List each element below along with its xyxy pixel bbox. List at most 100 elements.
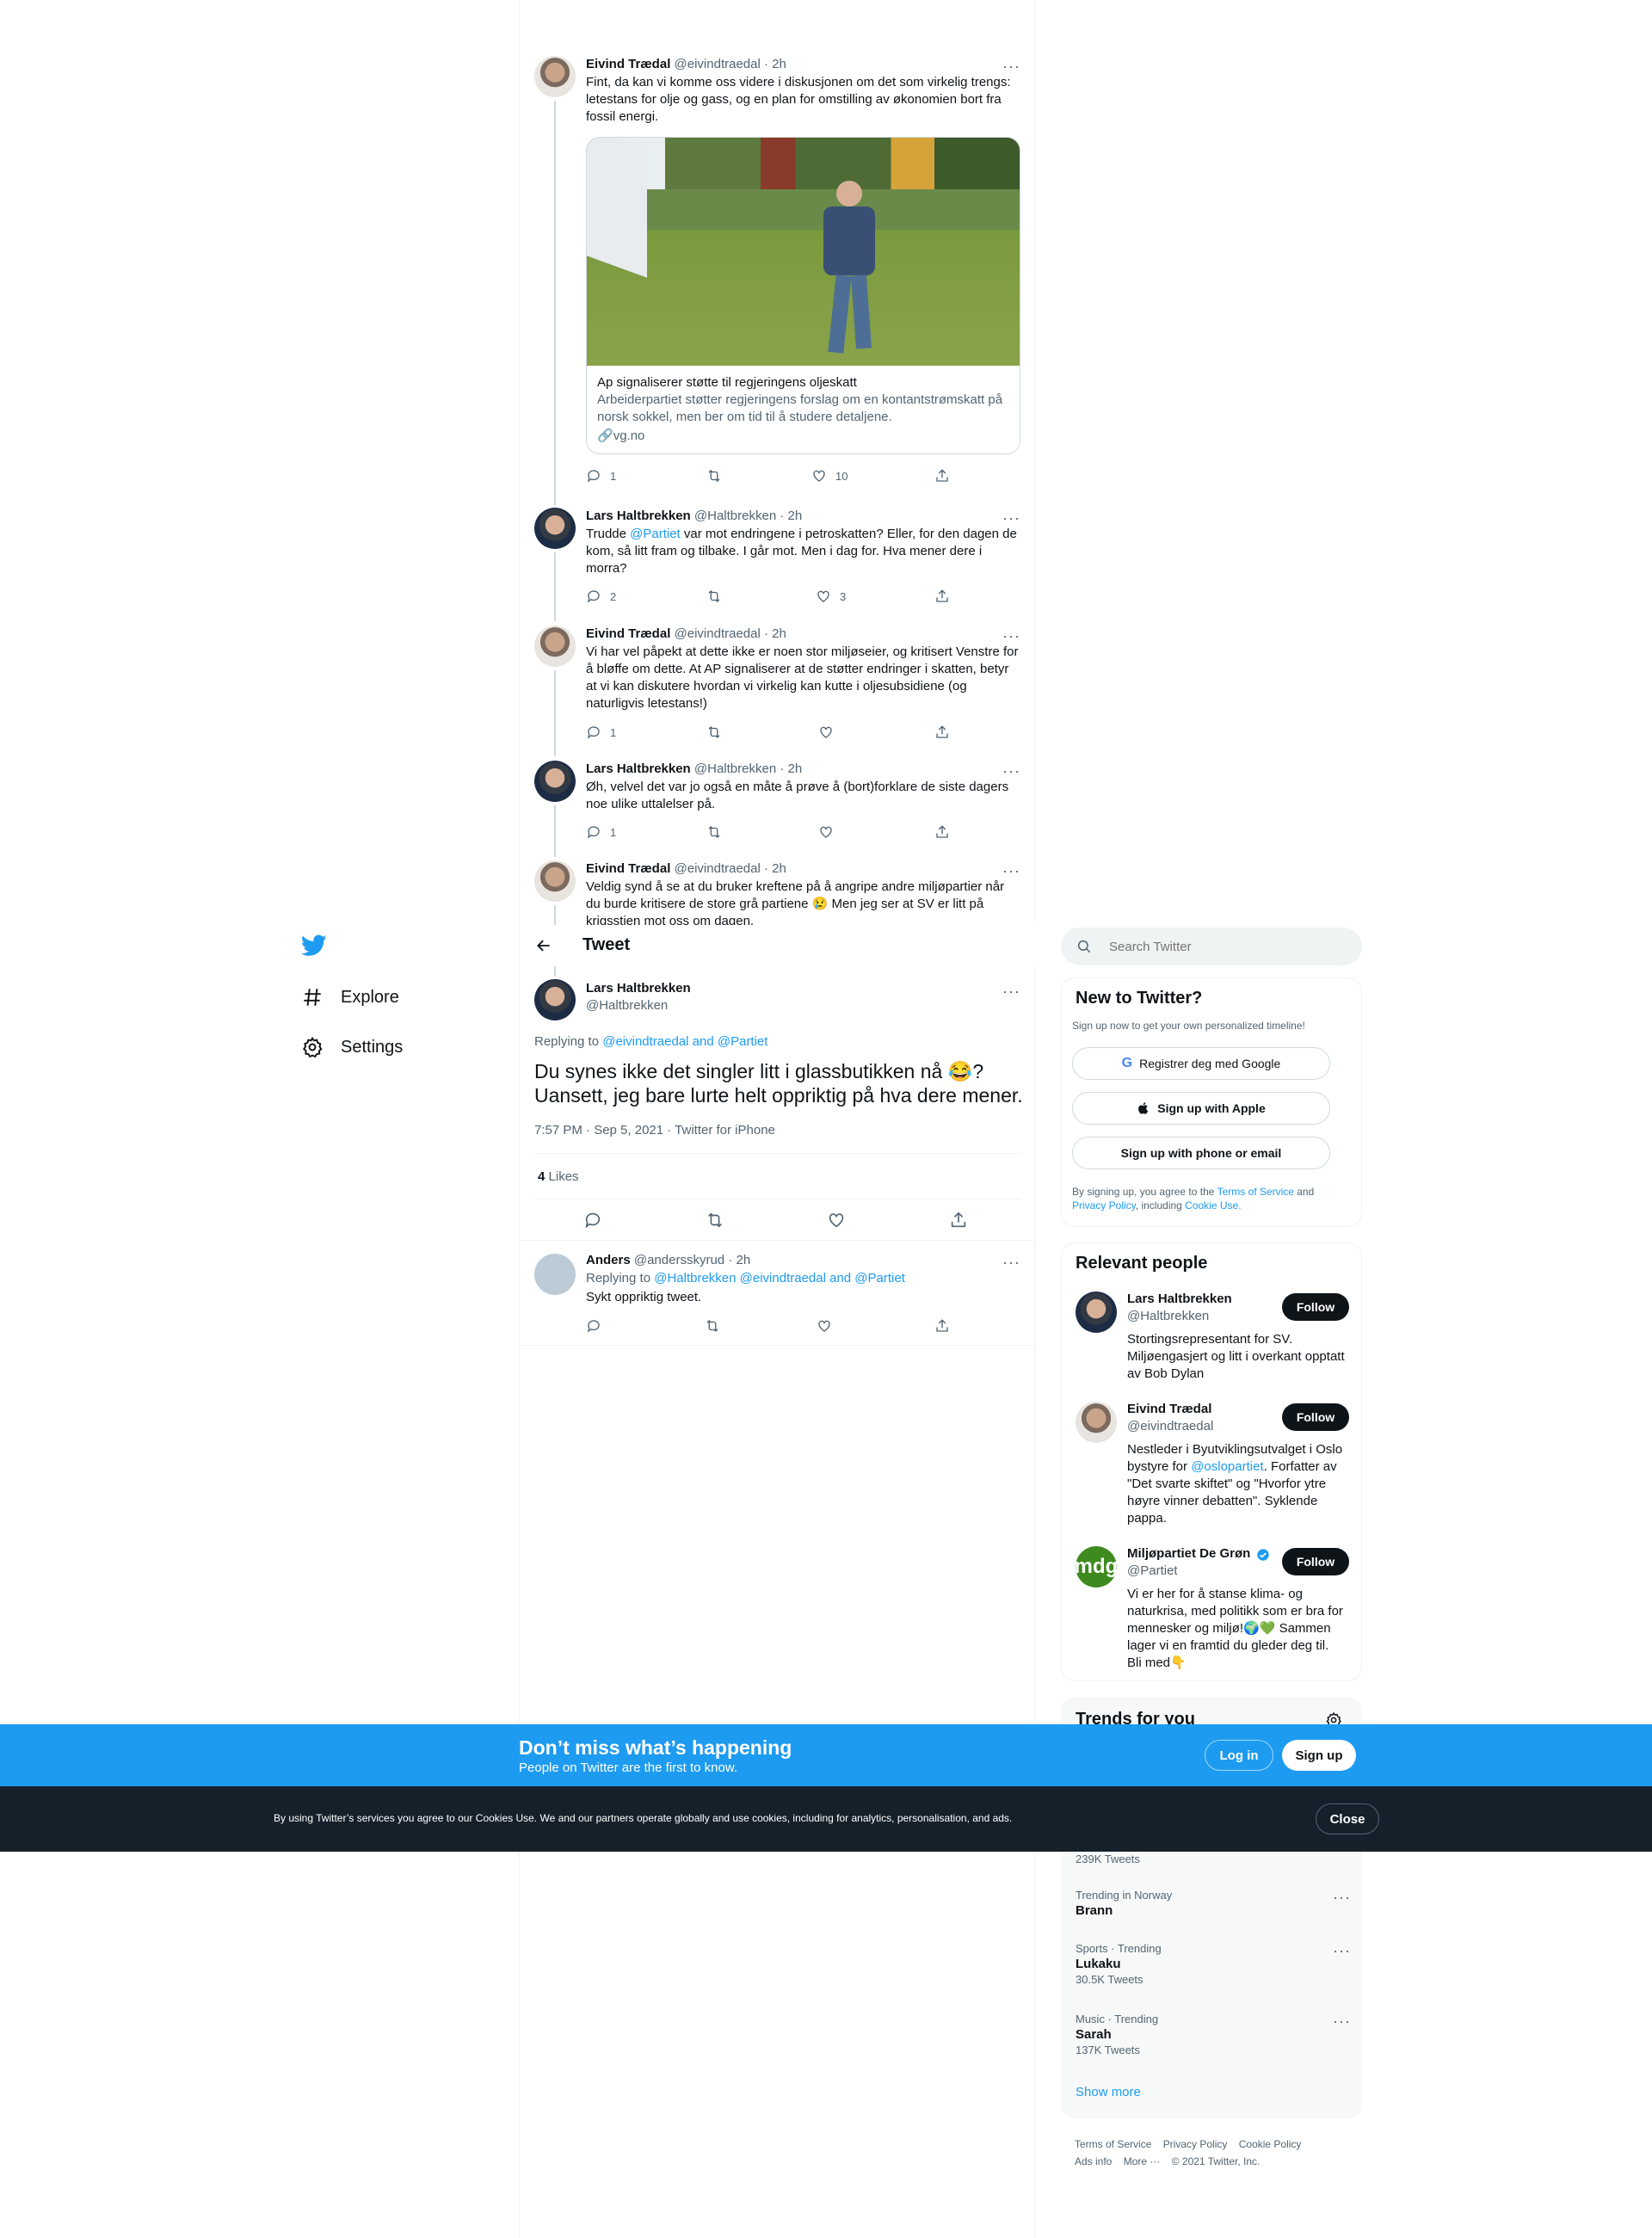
share-button[interactable] [934, 589, 950, 604]
author-handle[interactable]: @eivindtraedal [675, 861, 761, 876]
author-name[interactable]: Lars Haltbrekken [586, 761, 691, 776]
person-name[interactable]: Lars Haltbrekken [1127, 1292, 1232, 1306]
privacy-link[interactable]: Privacy Policy [1072, 1199, 1136, 1211]
reply-button[interactable]: 1 [586, 468, 616, 484]
like-button[interactable]: 10 [811, 468, 848, 484]
apple-signup-button[interactable]: Sign up with Apple [1072, 1092, 1330, 1125]
more-icon[interactable]: ··· [1002, 983, 1020, 999]
avatar[interactable] [534, 1254, 576, 1295]
trend-item[interactable]: 239K Tweets [1076, 1853, 1351, 1866]
author-handle[interactable]: @Haltbrekken [694, 761, 776, 776]
avatar[interactable] [534, 56, 576, 97]
trend-item[interactable]: Music · Trending Sarah 137K Tweets ··· [1076, 2013, 1351, 2057]
author-name[interactable]: Eivind Trædal [586, 861, 670, 876]
share-button[interactable] [934, 1318, 950, 1334]
author-name[interactable]: Lars Haltbrekken [586, 980, 691, 997]
more-icon[interactable]: ··· [1002, 763, 1020, 779]
google-signup-button[interactable]: G Registrer deg med Google [1072, 1047, 1330, 1080]
share-button[interactable] [934, 724, 950, 740]
more-icon[interactable]: ··· [1333, 1942, 1351, 1960]
tweet-time[interactable]: · 2h [764, 626, 786, 641]
more-icon[interactable]: ··· [1002, 863, 1020, 879]
author-handle[interactable]: @Haltbrekken [586, 997, 668, 1014]
author-handle[interactable]: @Haltbrekken [694, 509, 776, 523]
share-button[interactable] [934, 468, 950, 484]
retweet-button[interactable] [706, 724, 722, 740]
footer-ads-link[interactable]: Ads info [1075, 2155, 1112, 2167]
follow-button[interactable]: Follow [1282, 1403, 1349, 1431]
mention-link[interactable]: @Haltbrekken @eivindtraedal and @Partiet [654, 1271, 905, 1285]
phone-signup-button[interactable]: Sign up with phone or email [1072, 1137, 1330, 1169]
avatar[interactable] [534, 860, 576, 902]
mention-link[interactable]: @oslopartiet [1191, 1459, 1263, 1474]
mention-link[interactable]: @Partiet [630, 527, 681, 541]
reply-button[interactable]: 1 [586, 824, 616, 840]
search-input[interactable] [1109, 936, 1341, 957]
mention-link[interactable]: @eivindtraedal and @Partiet [602, 1034, 767, 1049]
avatar[interactable] [534, 761, 576, 802]
more-icon[interactable]: ··· [1002, 1255, 1020, 1270]
footer-cookie-link[interactable]: Cookie Policy [1239, 2138, 1302, 2150]
thread-tweet[interactable]: Eivind Trædal @eivindtraedal · 2h ··· Ve… [520, 848, 1036, 925]
more-icon[interactable]: ··· [1333, 1889, 1351, 1907]
tweet-time[interactable]: · 2h [764, 861, 786, 876]
trend-item[interactable]: Trending in Norway Brann ··· [1076, 1889, 1351, 1920]
person-item[interactable]: Eivind Trædal @eivindtraedal Follow Nest… [1062, 1402, 1363, 1539]
cookie-use-link[interactable]: Cookie Use. [1185, 1199, 1241, 1211]
more-icon[interactable]: ··· [1002, 628, 1020, 644]
person-name[interactable]: Eivind Trædal [1127, 1402, 1211, 1416]
follow-button[interactable]: Follow [1282, 1548, 1349, 1575]
avatar[interactable] [1076, 1292, 1117, 1333]
tweet-time[interactable]: · 2h [780, 509, 802, 523]
cookie-close-button[interactable]: Close [1316, 1803, 1379, 1834]
avatar[interactable] [534, 979, 576, 1020]
thread-tweet[interactable]: Eivind Trædal @eivindtraedal · 2h ··· Vi… [520, 613, 1036, 756]
tweet-meta[interactable]: 7:57 PM · Sep 5, 2021 · Twitter for iPho… [534, 1123, 775, 1137]
author-name[interactable]: Eivind Trædal [586, 626, 670, 641]
retweet-button[interactable] [705, 1318, 720, 1334]
like-button[interactable] [818, 724, 834, 740]
retweet-button[interactable] [706, 589, 722, 604]
tweet-time[interactable]: · 2h [780, 761, 802, 776]
share-button[interactable] [949, 1211, 968, 1234]
reply-tweet[interactable]: Anders @andersskyrud · 2h ··· Replying t… [520, 1241, 1036, 1346]
person-item[interactable]: mdg Miljøpartiet De Grøn @Partiet Follow… [1062, 1546, 1363, 1684]
retweet-button[interactable] [706, 824, 722, 840]
thread-tweet[interactable]: Eivind Trædal @eivindtraedal · 2h ··· Fi… [520, 43, 1036, 505]
author-handle[interactable]: @eivindtraedal [675, 626, 761, 641]
more-icon[interactable]: ··· [1333, 2013, 1351, 2031]
retweet-button[interactable] [706, 1211, 724, 1234]
avatar[interactable] [534, 626, 576, 667]
author-name[interactable]: Lars Haltbrekken [586, 509, 691, 523]
footer-more-link[interactable]: More ··· [1124, 2155, 1161, 2167]
author-handle[interactable]: @eivindtraedal [675, 57, 761, 71]
person-handle[interactable]: @Partiet [1127, 1563, 1178, 1578]
author-handle[interactable]: @andersskyrud [634, 1253, 724, 1267]
person-handle[interactable]: @Haltbrekken [1127, 1309, 1209, 1323]
more-icon[interactable]: ··· [1002, 59, 1020, 74]
like-button[interactable] [827, 1211, 846, 1234]
twitter-logo-icon[interactable] [300, 934, 327, 961]
avatar[interactable] [534, 508, 576, 549]
nav-explore[interactable]: Explore [301, 986, 399, 1008]
search-box[interactable] [1061, 928, 1362, 965]
follow-button[interactable]: Follow [1282, 1293, 1349, 1321]
back-arrow-icon[interactable] [535, 937, 552, 959]
person-item[interactable]: Lars Haltbrekken @Haltbrekken Follow Sto… [1062, 1292, 1363, 1395]
like-button[interactable]: 3 [816, 589, 846, 604]
author-name[interactable]: Eivind Trædal [586, 57, 670, 71]
trend-item[interactable]: Sports · Trending Lukaku 30.5K Tweets ··… [1076, 1942, 1351, 1987]
terms-link[interactable]: Terms of Service [1217, 1186, 1294, 1198]
reply-button[interactable]: 1 [586, 724, 616, 740]
like-button[interactable] [818, 824, 834, 840]
login-button[interactable]: Log in [1205, 1740, 1273, 1771]
avatar[interactable]: mdg [1076, 1546, 1117, 1588]
thread-tweet[interactable]: Lars Haltbrekken @Haltbrekken · 2h ··· Ø… [520, 748, 1036, 857]
footer-terms-link[interactable]: Terms of Service [1075, 2138, 1151, 2150]
avatar[interactable] [1076, 1402, 1117, 1443]
footer-privacy-link[interactable]: Privacy Policy [1163, 2138, 1228, 2150]
person-name[interactable]: Miljøpartiet De Grøn [1127, 1546, 1256, 1561]
more-icon[interactable]: ··· [1002, 510, 1020, 526]
reply-button[interactable] [583, 1211, 602, 1234]
thread-tweet[interactable]: Lars Haltbrekken @Haltbrekken · 2h ··· T… [520, 495, 1036, 621]
